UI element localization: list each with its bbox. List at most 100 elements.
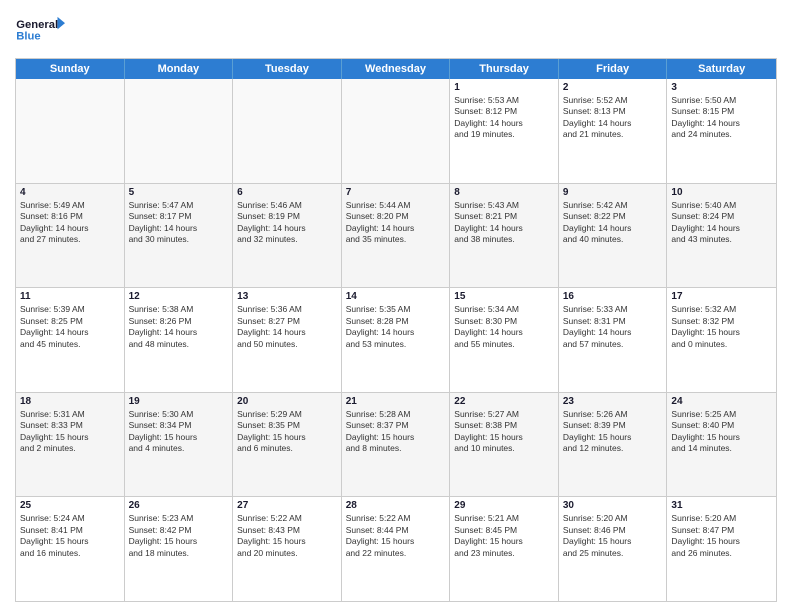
day-cell-22: 22Sunrise: 5:27 AMSunset: 8:38 PMDayligh… — [450, 393, 559, 497]
day-cell-21: 21Sunrise: 5:28 AMSunset: 8:37 PMDayligh… — [342, 393, 451, 497]
day-cell-5: 5 Sunrise: 5:47 AMSunset: 8:17 PMDaylight… — [125, 184, 234, 288]
day-info: Sunrise: 5:22 AMSunset: 8:44 PMDaylight:… — [346, 513, 446, 559]
day-info: Sunrise: 5:24 AMSunset: 8:41 PMDaylight:… — [20, 513, 120, 559]
day-number: 30 — [563, 500, 663, 511]
day-number: 14 — [346, 291, 446, 302]
day-cell-29: 29Sunrise: 5:21 AMSunset: 8:45 PMDayligh… — [450, 497, 559, 601]
day-number: 10 — [671, 187, 772, 198]
day-info: Sunrise: 5:49 AMSunset: 8:16 PMDaylight:… — [20, 200, 120, 246]
header: General Blue — [15, 10, 777, 50]
header-day-wednesday: Wednesday — [342, 59, 451, 79]
day-cell-23: 23 Sunrise: 5:26 AMSunset: 8:39 PMDayligh… — [559, 393, 668, 497]
day-number: 18 — [20, 396, 120, 407]
day-info: Sunrise: 5:23 AMSunset: 8:42 PMDaylight:… — [129, 513, 229, 559]
day-cell-1: 1 Sunrise: 5:53 AMSunset: 8:12 PMDaylight… — [450, 79, 559, 183]
day-number: 20 — [237, 396, 337, 407]
calendar-week-4: 18 Sunrise: 5:31 AMSunset: 8:33 PMDayligh… — [16, 393, 776, 498]
day-number: 3 — [671, 82, 772, 93]
day-info: Sunrise: 5:47 AMSunset: 8:17 PMDaylight:… — [129, 200, 229, 246]
calendar-week-5: 25Sunrise: 5:24 AMSunset: 8:41 PMDayligh… — [16, 497, 776, 601]
header-day-friday: Friday — [559, 59, 668, 79]
day-cell-17: 17 Sunrise: 5:32 AMSunset: 8:32 PMDayligh… — [667, 288, 776, 392]
day-cell-16: 16Sunrise: 5:33 AMSunset: 8:31 PMDayligh… — [559, 288, 668, 392]
day-info: Sunrise: 5:38 AMSunset: 8:26 PMDaylight:… — [129, 304, 229, 350]
day-cell-13: 13 Sunrise: 5:36 AMSunset: 8:27 PMDayligh… — [233, 288, 342, 392]
empty-cell — [233, 79, 342, 183]
day-cell-14: 14 Sunrise: 5:35 AMSunset: 8:28 PMDayligh… — [342, 288, 451, 392]
day-info: Sunrise: 5:21 AMSunset: 8:45 PMDaylight:… — [454, 513, 554, 559]
day-cell-28: 28 Sunrise: 5:22 AMSunset: 8:44 PMDayligh… — [342, 497, 451, 601]
calendar-body: 1 Sunrise: 5:53 AMSunset: 8:12 PMDaylight… — [16, 79, 776, 601]
day-number: 5 — [129, 187, 229, 198]
day-number: 22 — [454, 396, 554, 407]
day-number: 15 — [454, 291, 554, 302]
svg-text:General: General — [16, 19, 58, 31]
calendar-header: SundayMondayTuesdayWednesdayThursdayFrid… — [16, 59, 776, 79]
day-cell-26: 26 Sunrise: 5:23 AMSunset: 8:42 PMDayligh… — [125, 497, 234, 601]
day-number: 26 — [129, 500, 229, 511]
day-info: Sunrise: 5:40 AMSunset: 8:24 PMDaylight:… — [671, 200, 772, 246]
day-info: Sunrise: 5:20 AMSunset: 8:47 PMDaylight:… — [671, 513, 772, 559]
day-info: Sunrise: 5:20 AMSunset: 8:46 PMDaylight:… — [563, 513, 663, 559]
day-info: Sunrise: 5:39 AMSunset: 8:25 PMDaylight:… — [20, 304, 120, 350]
day-cell-31: 31 Sunrise: 5:20 AMSunset: 8:47 PMDayligh… — [667, 497, 776, 601]
day-number: 7 — [346, 187, 446, 198]
day-cell-25: 25Sunrise: 5:24 AMSunset: 8:41 PMDayligh… — [16, 497, 125, 601]
day-number: 4 — [20, 187, 120, 198]
page: General Blue SundayMondayTuesdayWednesda… — [0, 0, 792, 612]
day-info: Sunrise: 5:52 AMSunset: 8:13 PMDaylight:… — [563, 95, 663, 141]
day-cell-27: 27 Sunrise: 5:22 AMSunset: 8:43 PMDayligh… — [233, 497, 342, 601]
day-number: 1 — [454, 82, 554, 93]
header-day-sunday: Sunday — [16, 59, 125, 79]
day-number: 28 — [346, 500, 446, 511]
day-info: Sunrise: 5:42 AMSunset: 8:22 PMDaylight:… — [563, 200, 663, 246]
calendar-week-2: 4 Sunrise: 5:49 AMSunset: 8:16 PMDaylight… — [16, 184, 776, 289]
day-cell-30: 30 Sunrise: 5:20 AMSunset: 8:46 PMDayligh… — [559, 497, 668, 601]
header-day-tuesday: Tuesday — [233, 59, 342, 79]
day-cell-6: 6 Sunrise: 5:46 AMSunset: 8:19 PMDaylight… — [233, 184, 342, 288]
day-info: Sunrise: 5:32 AMSunset: 8:32 PMDaylight:… — [671, 304, 772, 350]
day-cell-9: 9Sunrise: 5:42 AMSunset: 8:22 PMDaylight… — [559, 184, 668, 288]
header-day-monday: Monday — [125, 59, 234, 79]
day-info: Sunrise: 5:36 AMSunset: 8:27 PMDaylight:… — [237, 304, 337, 350]
day-info: Sunrise: 5:29 AMSunset: 8:35 PMDaylight:… — [237, 409, 337, 455]
day-info: Sunrise: 5:44 AMSunset: 8:20 PMDaylight:… — [346, 200, 446, 246]
day-info: Sunrise: 5:26 AMSunset: 8:39 PMDaylight:… — [563, 409, 663, 455]
day-cell-24: 24Sunrise: 5:25 AMSunset: 8:40 PMDayligh… — [667, 393, 776, 497]
day-number: 17 — [671, 291, 772, 302]
day-cell-3: 3Sunrise: 5:50 AMSunset: 8:15 PMDaylight… — [667, 79, 776, 183]
calendar-week-1: 1 Sunrise: 5:53 AMSunset: 8:12 PMDaylight… — [16, 79, 776, 184]
day-number: 24 — [671, 396, 772, 407]
day-number: 31 — [671, 500, 772, 511]
day-info: Sunrise: 5:53 AMSunset: 8:12 PMDaylight:… — [454, 95, 554, 141]
day-info: Sunrise: 5:30 AMSunset: 8:34 PMDaylight:… — [129, 409, 229, 455]
calendar: SundayMondayTuesdayWednesdayThursdayFrid… — [15, 58, 777, 602]
day-cell-8: 8 Sunrise: 5:43 AMSunset: 8:21 PMDaylight… — [450, 184, 559, 288]
day-info: Sunrise: 5:35 AMSunset: 8:28 PMDaylight:… — [346, 304, 446, 350]
day-cell-12: 12Sunrise: 5:38 AMSunset: 8:26 PMDayligh… — [125, 288, 234, 392]
day-number: 21 — [346, 396, 446, 407]
day-cell-18: 18 Sunrise: 5:31 AMSunset: 8:33 PMDayligh… — [16, 393, 125, 497]
day-cell-4: 4 Sunrise: 5:49 AMSunset: 8:16 PMDaylight… — [16, 184, 125, 288]
day-number: 2 — [563, 82, 663, 93]
day-cell-2: 2 Sunrise: 5:52 AMSunset: 8:13 PMDaylight… — [559, 79, 668, 183]
day-info: Sunrise: 5:22 AMSunset: 8:43 PMDaylight:… — [237, 513, 337, 559]
day-info: Sunrise: 5:31 AMSunset: 8:33 PMDaylight:… — [20, 409, 120, 455]
day-info: Sunrise: 5:46 AMSunset: 8:19 PMDaylight:… — [237, 200, 337, 246]
day-cell-11: 11 Sunrise: 5:39 AMSunset: 8:25 PMDayligh… — [16, 288, 125, 392]
day-number: 16 — [563, 291, 663, 302]
svg-text:Blue: Blue — [16, 30, 40, 42]
day-cell-15: 15Sunrise: 5:34 AMSunset: 8:30 PMDayligh… — [450, 288, 559, 392]
logo: General Blue — [15, 10, 65, 50]
day-number: 11 — [20, 291, 120, 302]
day-cell-10: 10 Sunrise: 5:40 AMSunset: 8:24 PMDayligh… — [667, 184, 776, 288]
empty-cell — [342, 79, 451, 183]
day-number: 27 — [237, 500, 337, 511]
header-day-saturday: Saturday — [667, 59, 776, 79]
calendar-week-3: 11 Sunrise: 5:39 AMSunset: 8:25 PMDayligh… — [16, 288, 776, 393]
day-number: 23 — [563, 396, 663, 407]
day-number: 6 — [237, 187, 337, 198]
day-info: Sunrise: 5:43 AMSunset: 8:21 PMDaylight:… — [454, 200, 554, 246]
day-number: 8 — [454, 187, 554, 198]
day-number: 13 — [237, 291, 337, 302]
